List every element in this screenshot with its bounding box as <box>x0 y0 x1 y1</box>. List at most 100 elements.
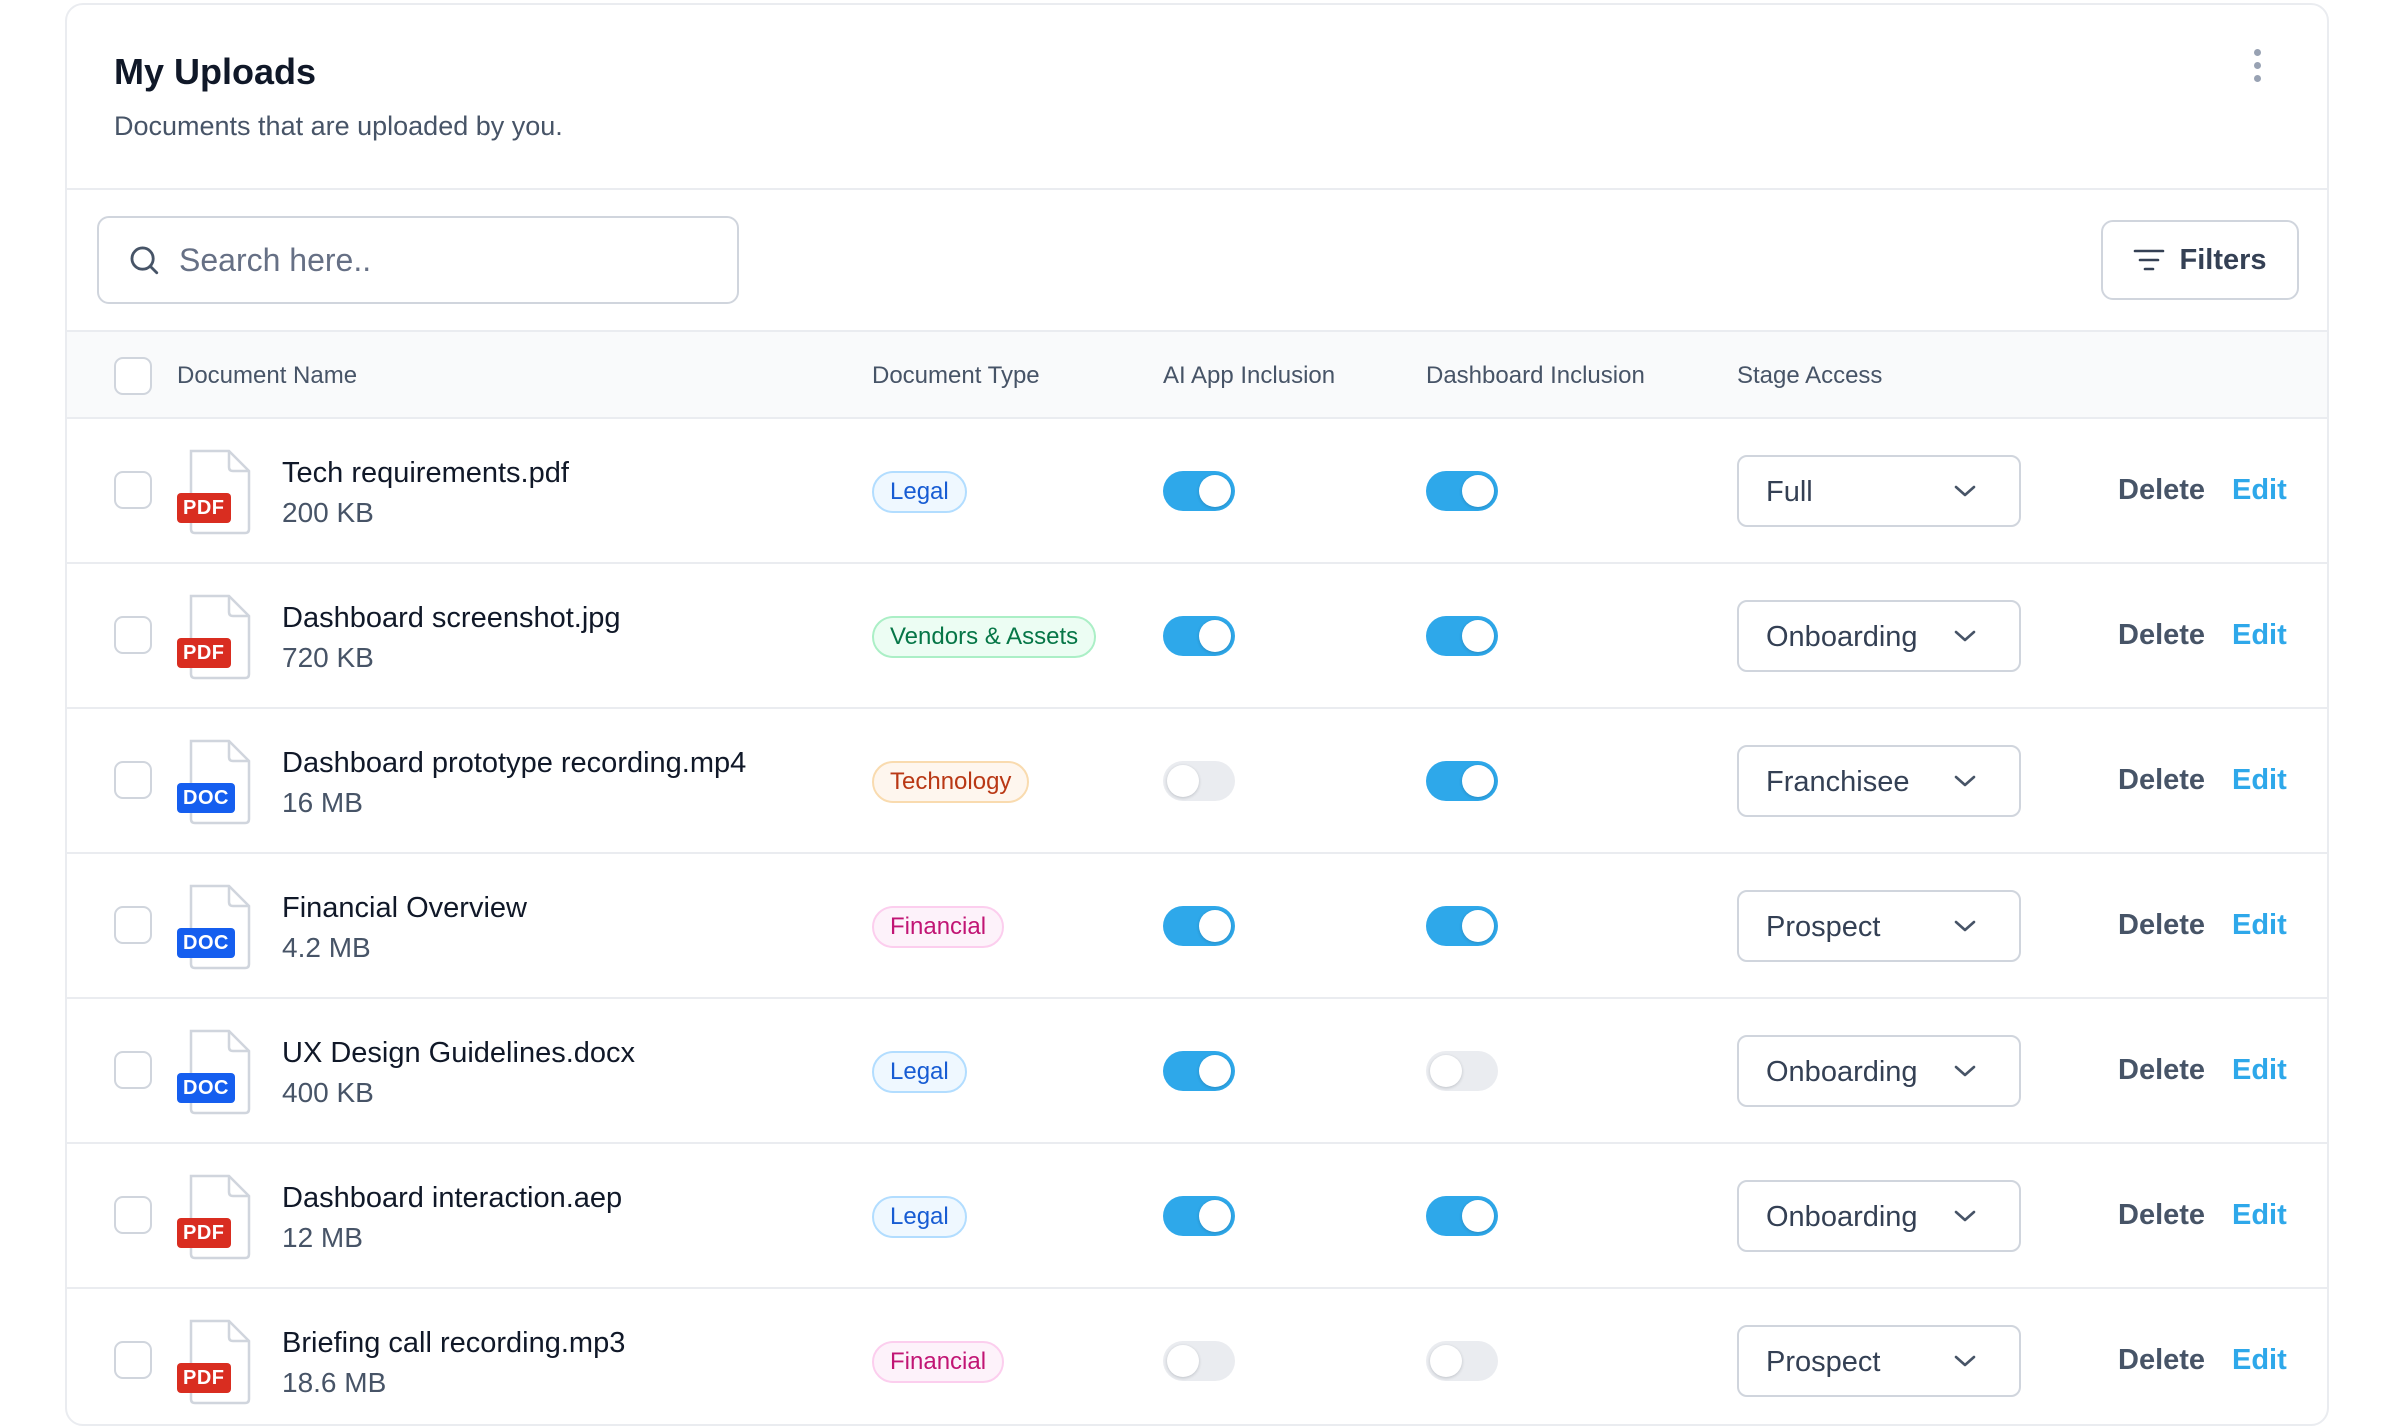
select-all-checkbox[interactable] <box>114 357 152 395</box>
chevron-down-icon <box>1954 920 1976 932</box>
delete-button[interactable]: Delete <box>2118 1344 2205 1377</box>
ai-app-inclusion-toggle[interactable] <box>1163 471 1235 511</box>
document-type-badge: Legal <box>872 1196 967 1238</box>
document-type-badge: Financial <box>872 906 1005 948</box>
uploads-card: My Uploads Documents that are uploaded b… <box>65 3 2329 1426</box>
stage-access-select[interactable]: Onboarding <box>1737 600 2021 672</box>
dashboard-inclusion-toggle[interactable] <box>1426 1051 1498 1091</box>
row-checkbox[interactable] <box>114 1196 152 1234</box>
chevron-down-icon <box>1954 1210 1976 1222</box>
edit-button[interactable]: Edit <box>2232 1054 2287 1087</box>
document-size: 12 MB <box>282 1222 363 1253</box>
file-icon: PDF <box>177 1319 253 1405</box>
stage-access-select[interactable]: Full <box>1737 455 2021 527</box>
delete-button[interactable]: Delete <box>2118 764 2205 797</box>
delete-button[interactable]: Delete <box>2118 1054 2205 1087</box>
filter-lines-icon <box>2134 249 2165 271</box>
column-dashboard-inclusion[interactable]: Dashboard Inclusion <box>1426 362 1645 390</box>
stage-access-select[interactable]: Franchisee <box>1737 745 2021 817</box>
search-input[interactable] <box>179 241 699 279</box>
document-name[interactable]: UX Design Guidelines.docx <box>282 1037 635 1070</box>
filters-button[interactable]: Filters <box>2101 220 2299 300</box>
search-icon <box>130 246 159 275</box>
document-type-badge: Technology <box>872 761 1030 803</box>
row-checkbox[interactable] <box>114 761 152 799</box>
table-row: PDF Tech requirements.pdf 200 KB Legal Full D… <box>67 419 2327 564</box>
table-row: DOC Financial Overview 4.2 MB Financial Pros… <box>67 854 2327 999</box>
table-row: DOC Dashboard prototype recording.mp4 16 M… <box>67 709 2327 854</box>
dashboard-inclusion-toggle[interactable] <box>1426 1196 1498 1236</box>
delete-button[interactable]: Delete <box>2118 474 2205 507</box>
file-type-tag: PDF <box>177 493 231 523</box>
row-checkbox[interactable] <box>114 1051 152 1089</box>
chevron-down-icon <box>1954 630 1976 642</box>
chevron-down-icon <box>1954 485 1976 497</box>
document-size: 18.6 MB <box>282 1367 387 1398</box>
file-type-tag: PDF <box>177 1218 231 1248</box>
search-box[interactable] <box>97 216 739 304</box>
document-size: 400 KB <box>282 1077 374 1108</box>
stage-access-value: Onboarding <box>1766 1056 1918 1088</box>
stage-access-select[interactable]: Onboarding <box>1737 1180 2021 1252</box>
file-icon: DOC <box>177 1029 253 1115</box>
row-checkbox[interactable] <box>114 906 152 944</box>
column-stage-access[interactable]: Stage Access <box>1737 362 1882 390</box>
stage-access-value: Prospect <box>1766 911 1881 943</box>
stage-access-select[interactable]: Prospect <box>1737 1325 2021 1397</box>
document-name[interactable]: Dashboard interaction.aep <box>282 1182 622 1215</box>
document-name[interactable]: Financial Overview <box>282 892 527 925</box>
document-name[interactable]: Tech requirements.pdf <box>282 457 569 490</box>
document-size: 4.2 MB <box>282 932 371 963</box>
stage-access-value: Prospect <box>1766 1346 1881 1378</box>
document-size: 200 KB <box>282 497 374 528</box>
stage-access-value: Full <box>1766 476 1813 508</box>
document-name[interactable]: Dashboard prototype recording.mp4 <box>282 747 746 780</box>
row-checkbox[interactable] <box>114 616 152 654</box>
column-document-type[interactable]: Document Type <box>872 362 1040 390</box>
row-checkbox[interactable] <box>114 471 152 509</box>
document-name[interactable]: Dashboard screenshot.jpg <box>282 602 621 635</box>
page-subtitle: Documents that are uploaded by you. <box>114 111 563 141</box>
document-name[interactable]: Briefing call recording.mp3 <box>282 1327 625 1360</box>
dashboard-inclusion-toggle[interactable] <box>1426 906 1498 946</box>
column-document-name[interactable]: Document Name <box>177 362 357 390</box>
stage-access-value: Onboarding <box>1766 621 1918 653</box>
edit-button[interactable]: Edit <box>2232 909 2287 942</box>
kebab-menu-icon[interactable] <box>2247 49 2267 89</box>
table-row: PDF Dashboard screenshot.jpg 720 KB Vendors… <box>67 564 2327 709</box>
edit-button[interactable]: Edit <box>2232 619 2287 652</box>
file-type-tag: PDF <box>177 638 231 668</box>
edit-button[interactable]: Edit <box>2232 1344 2287 1377</box>
table-row: PDF Briefing call recording.mp3 18.6 MB Fin… <box>67 1289 2327 1424</box>
delete-button[interactable]: Delete <box>2118 619 2205 652</box>
edit-button[interactable]: Edit <box>2232 764 2287 797</box>
dashboard-inclusion-toggle[interactable] <box>1426 761 1498 801</box>
dashboard-inclusion-toggle[interactable] <box>1426 616 1498 656</box>
ai-app-inclusion-toggle[interactable] <box>1163 1196 1235 1236</box>
dashboard-inclusion-toggle[interactable] <box>1426 1341 1498 1381</box>
document-size: 720 KB <box>282 642 374 673</box>
delete-button[interactable]: Delete <box>2118 909 2205 942</box>
filters-label: Filters <box>2179 243 2267 276</box>
ai-app-inclusion-toggle[interactable] <box>1163 616 1235 656</box>
dashboard-inclusion-toggle[interactable] <box>1426 471 1498 511</box>
document-type-badge: Financial <box>872 1341 1005 1383</box>
column-ai-app-inclusion[interactable]: AI App Inclusion <box>1163 362 1335 390</box>
chevron-down-icon <box>1954 775 1976 787</box>
edit-button[interactable]: Edit <box>2232 474 2287 507</box>
file-icon: PDF <box>177 449 253 535</box>
ai-app-inclusion-toggle[interactable] <box>1163 761 1235 801</box>
stage-access-select[interactable]: Prospect <box>1737 890 2021 962</box>
file-icon: PDF <box>177 594 253 680</box>
file-type-tag: DOC <box>177 1073 235 1103</box>
ai-app-inclusion-toggle[interactable] <box>1163 906 1235 946</box>
row-checkbox[interactable] <box>114 1341 152 1379</box>
edit-button[interactable]: Edit <box>2232 1199 2287 1232</box>
document-type-badge: Legal <box>872 1051 967 1093</box>
chevron-down-icon <box>1954 1065 1976 1077</box>
ai-app-inclusion-toggle[interactable] <box>1163 1051 1235 1091</box>
file-type-tag: DOC <box>177 928 235 958</box>
ai-app-inclusion-toggle[interactable] <box>1163 1341 1235 1381</box>
stage-access-select[interactable]: Onboarding <box>1737 1035 2021 1107</box>
delete-button[interactable]: Delete <box>2118 1199 2205 1232</box>
